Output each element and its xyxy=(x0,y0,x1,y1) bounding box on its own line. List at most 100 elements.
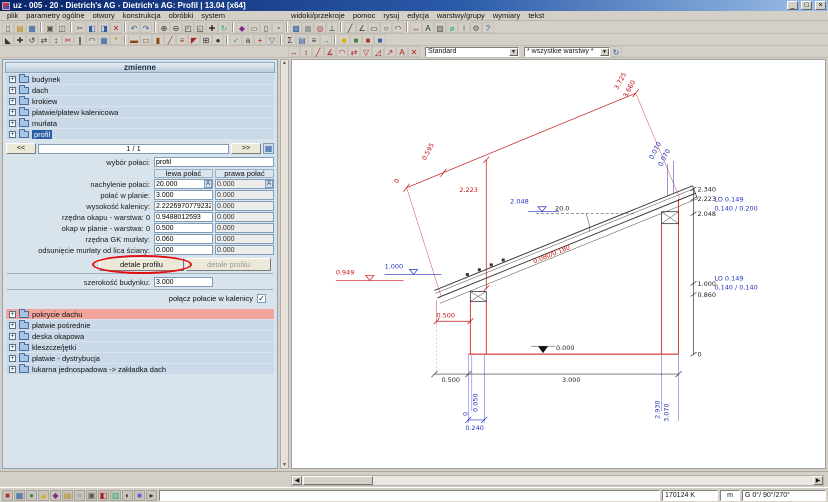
dim-level-icon[interactable]: ▽ xyxy=(360,46,372,57)
expand-icon[interactable]: + xyxy=(9,366,16,373)
cut-icon[interactable]: ✂ xyxy=(74,22,86,33)
offset-icon[interactable]: ∥ xyxy=(74,34,86,45)
preset-dropdown[interactable]: Standard ▼ xyxy=(425,47,519,57)
delete-icon[interactable]: ✕ xyxy=(110,22,122,33)
menu-system[interactable]: system xyxy=(197,11,229,21)
ortho-icon[interactable]: ⊥ xyxy=(326,22,338,33)
copy-icon[interactable]: ◧ xyxy=(86,22,98,33)
next-page-button[interactable]: >> xyxy=(231,143,261,154)
calculate-icon[interactable]: Σ xyxy=(284,34,296,45)
chevron-down-icon[interactable]: ▼ xyxy=(600,48,609,56)
menu-parametry-ogólne[interactable]: parametry ogólne xyxy=(22,11,88,21)
menu-plik[interactable]: plik xyxy=(3,11,22,21)
menu-tekst[interactable]: tekst xyxy=(524,11,548,21)
label-icon[interactable]: a xyxy=(242,34,254,45)
dimension-icon[interactable]: ↔ xyxy=(410,22,422,33)
layer-refresh-icon[interactable]: ↻ xyxy=(610,46,622,57)
component-item-kleszcze-jętki[interactable]: +kleszcze/jętki xyxy=(6,342,274,352)
input-rzędna-gk-murłaty-left[interactable] xyxy=(154,234,213,244)
grid-icon[interactable]: ▦ xyxy=(302,22,314,33)
prev-page-button[interactable]: << xyxy=(6,143,36,154)
mirror-icon[interactable]: ⇄ xyxy=(38,34,50,45)
status-app-3-icon[interactable]: ● xyxy=(26,490,37,501)
expand-icon[interactable]: + xyxy=(9,76,16,83)
building-width-input[interactable] xyxy=(154,277,213,287)
component-item-płatwie-pośrednie[interactable]: +płatwie pośrednie xyxy=(6,320,274,330)
info-icon[interactable]: i xyxy=(458,22,470,33)
dim-arc-icon[interactable]: ◠ xyxy=(336,46,348,57)
calculator-icon[interactable]: A xyxy=(204,180,212,188)
drawing-canvas[interactable]: 0 0.595 3.725 3.660 2.223 0.080/0.180 0.… xyxy=(292,60,825,468)
tree-item-płatwie-płatew-kalenicowa[interactable]: +płatwie/płatew kalenicowa xyxy=(6,107,274,117)
profile-details-left-button[interactable]: detale profilu xyxy=(99,258,184,271)
status-app-7-icon[interactable]: ○ xyxy=(74,490,85,501)
material-green-icon[interactable]: ■ xyxy=(350,34,362,45)
maximize-button[interactable]: □ xyxy=(801,1,812,10)
purlin-tool-icon[interactable]: ≡ xyxy=(176,34,188,45)
status-app-10-icon[interactable]: ▥ xyxy=(110,490,121,501)
axes-icon[interactable]: + xyxy=(254,34,266,45)
move-icon[interactable]: ✚ xyxy=(14,34,26,45)
dim-angle-icon[interactable]: ∡ xyxy=(324,46,336,57)
help-icon[interactable]: ? xyxy=(482,22,494,33)
zoom-extents-icon[interactable]: ◱ xyxy=(194,22,206,33)
dim-aligned-icon[interactable]: ╱ xyxy=(312,46,324,57)
tree-item-dach[interactable]: +dach xyxy=(6,85,274,95)
dim-horizontal-icon[interactable]: ↔ xyxy=(288,46,300,57)
draw-line-icon[interactable]: ╱ xyxy=(344,22,356,33)
draw-polyline-icon[interactable]: ∠ xyxy=(356,22,368,33)
input-wysokość-kalenicy-left[interactable] xyxy=(154,201,213,211)
expand-icon[interactable]: + xyxy=(9,311,16,318)
table-icon[interactable]: ▤ xyxy=(296,34,308,45)
view-top-icon[interactable]: ▭ xyxy=(248,22,260,33)
status-app-12-icon[interactable]: ■ xyxy=(134,490,145,501)
view-3d-icon[interactable]: ◆ xyxy=(236,22,248,33)
layers-dropdown[interactable]: * wszystkie warstwy * ▼ xyxy=(524,47,610,57)
measure-icon[interactable]: ⌀ xyxy=(446,22,458,33)
menu-konstrukcja[interactable]: konstrukcja xyxy=(119,11,165,21)
expand-icon[interactable]: + xyxy=(9,344,16,351)
connection-tool-icon[interactable]: ⊞ xyxy=(200,34,212,45)
status-app-1-icon[interactable]: ■ xyxy=(2,490,13,501)
view-camera-icon[interactable]: ◔ xyxy=(272,22,284,33)
status-app-8-icon[interactable]: ▣ xyxy=(86,490,97,501)
snap-icon[interactable]: ◎ xyxy=(314,22,326,33)
dim-leader-icon[interactable]: ↗ xyxy=(384,46,396,57)
scroll-up-icon[interactable]: ▲ xyxy=(282,60,287,66)
expand-icon[interactable]: + xyxy=(9,98,16,105)
minimize-button[interactable]: _ xyxy=(787,1,798,10)
menu-widoki-przekroje[interactable]: widoki/przekroje xyxy=(287,11,349,21)
print-preview-icon[interactable]: ◫ xyxy=(56,22,68,33)
tree-item-murłata[interactable]: +murłata xyxy=(6,118,274,128)
status-app-13-icon[interactable]: ▸ xyxy=(146,490,157,501)
post-tool-icon[interactable]: ▮ xyxy=(152,34,164,45)
pan-icon[interactable]: ✚ xyxy=(206,22,218,33)
wall-tool-icon[interactable]: ▬ xyxy=(128,34,140,45)
expand-icon[interactable]: + xyxy=(9,109,16,116)
component-item-pokrycie-dachu[interactable]: +pokrycie dachu xyxy=(6,309,274,319)
status-app-11-icon[interactable]: ◐ xyxy=(122,490,133,501)
undo-icon[interactable]: ↶ xyxy=(128,22,140,33)
tree-item-profil[interactable]: +profil xyxy=(6,129,274,139)
component-item-deska-okapowa[interactable]: +deska okapowa xyxy=(6,331,274,341)
save-file-icon[interactable]: ▦ xyxy=(26,22,38,33)
panel-scrollbar[interactable]: ▲ ▼ xyxy=(280,59,289,469)
input-rzędna-okapu-warstwa-0-left[interactable] xyxy=(154,212,213,222)
status-app-5-icon[interactable]: ◆ xyxy=(50,490,61,501)
menu-warstwy-grupy[interactable]: warstwy/grupy xyxy=(433,11,489,21)
scroll-right-icon[interactable]: ▶ xyxy=(813,476,823,485)
export-icon[interactable]: → xyxy=(320,34,332,45)
dim-delete-icon[interactable]: ✕ xyxy=(408,46,420,57)
drill-tool-icon[interactable]: ● xyxy=(212,34,224,45)
mark-icon[interactable]: ✓ xyxy=(230,34,242,45)
status-app-2-icon[interactable]: ▦ xyxy=(14,490,25,501)
level-mark-icon[interactable]: ▽ xyxy=(266,34,278,45)
settings-icon[interactable]: ⚙ xyxy=(470,22,482,33)
palette-icon[interactable]: ▦ xyxy=(263,143,274,154)
rotate-icon[interactable]: ↺ xyxy=(26,34,38,45)
dim-vertical-icon[interactable]: ↕ xyxy=(300,46,312,57)
layers-icon[interactable]: ▩ xyxy=(290,22,302,33)
expand-icon[interactable]: + xyxy=(9,322,16,329)
draw-circle-icon[interactable]: ○ xyxy=(380,22,392,33)
expand-icon[interactable]: + xyxy=(9,333,16,340)
